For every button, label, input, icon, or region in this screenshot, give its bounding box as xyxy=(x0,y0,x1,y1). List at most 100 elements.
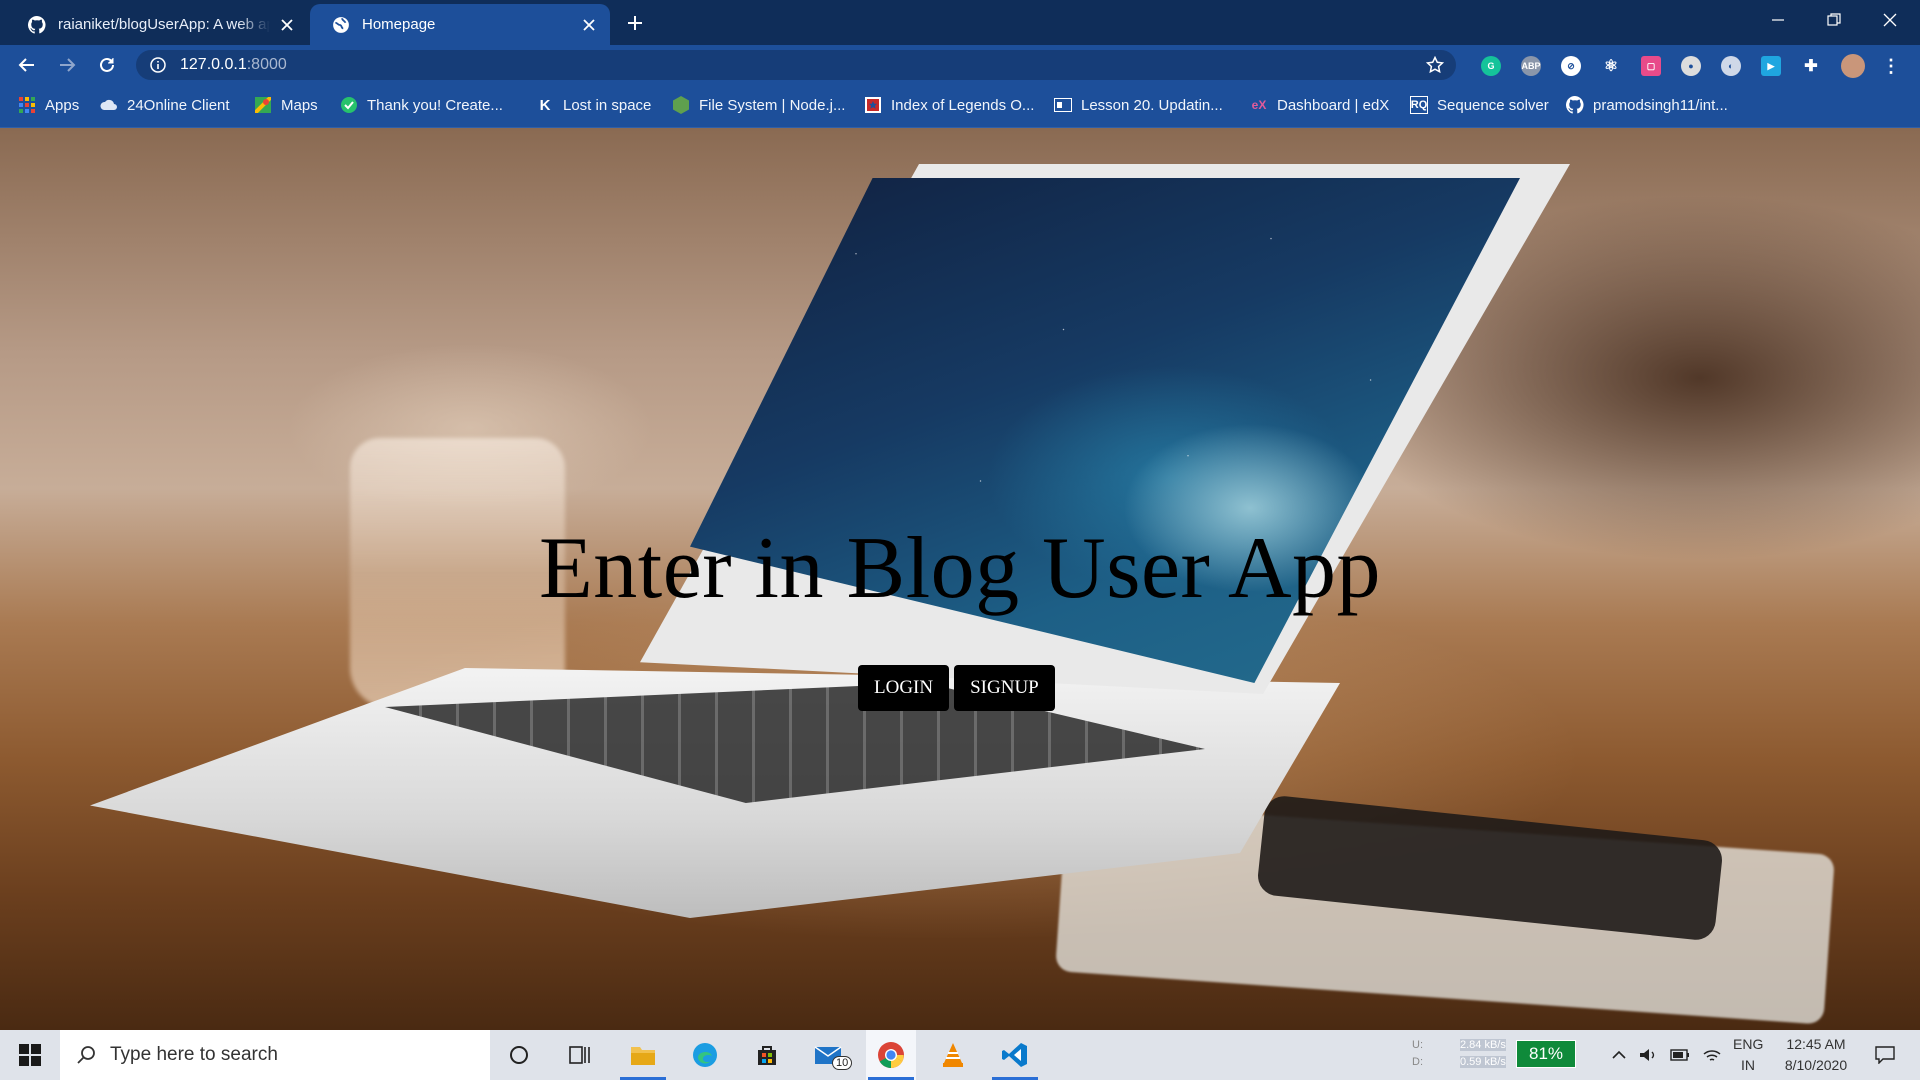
bookmark-nodejs[interactable]: File System | Node.j... xyxy=(672,93,845,117)
close-icon[interactable] xyxy=(278,16,296,34)
mail-icon[interactable]: 10 xyxy=(804,1030,854,1080)
bookmark-label: Lesson 20. Updatin... xyxy=(1081,96,1223,114)
bookmark-label: Apps xyxy=(45,96,80,114)
github-icon xyxy=(1566,96,1584,114)
taskbar-search[interactable]: Type here to search xyxy=(60,1030,490,1080)
info-icon[interactable] xyxy=(150,57,166,73)
bookmarks-bar: Apps 24Online Client Maps Thank you! Cre… xyxy=(0,85,1920,128)
bookmark-label: pramodsingh11/int... xyxy=(1593,96,1728,114)
bookmark-star-icon[interactable] xyxy=(1426,56,1444,74)
task-view-icon[interactable] xyxy=(555,1030,605,1080)
cortana-icon[interactable] xyxy=(494,1030,544,1080)
edge-icon[interactable] xyxy=(680,1030,730,1080)
bookmark-label: Lost in space xyxy=(563,96,652,114)
signup-button[interactable]: SIGNUP xyxy=(954,665,1055,711)
url-text: 127.0.0.1:8000 xyxy=(180,56,287,74)
bookmark-label: Index of Legends O... xyxy=(891,96,1035,114)
tab-title: raianiket/blogUserApp: A web ap xyxy=(58,16,270,33)
vscode-icon[interactable] xyxy=(990,1030,1040,1080)
bookmark-legends[interactable]: Index of Legends O... xyxy=(864,93,1034,117)
bookmark-lost-in-space[interactable]: K Lost in space xyxy=(536,93,652,117)
url-host: 127.0.0.1 xyxy=(180,56,247,73)
globe-icon xyxy=(333,16,349,33)
chrome-icon[interactable] xyxy=(866,1030,916,1080)
avatar[interactable] xyxy=(1841,54,1865,78)
notification-icon[interactable] xyxy=(1860,1030,1910,1080)
bookmark-maps[interactable]: Maps xyxy=(254,93,318,117)
blocker-icon[interactable]: ⊘ xyxy=(1561,56,1581,76)
page-title: Enter in Blog User App xyxy=(538,520,1381,617)
puzzle-icon[interactable]: ✚ xyxy=(1801,56,1821,76)
net-down-label: D: xyxy=(1412,1056,1423,1068)
battery-percent: 81% xyxy=(1516,1040,1576,1068)
menu-dots-icon[interactable]: ⋮ xyxy=(1881,56,1901,76)
bookmark-pramodsingh[interactable]: pramodsingh11/int... xyxy=(1566,93,1728,117)
new-tab-button[interactable] xyxy=(622,10,648,36)
bookmark-label: Sequence solver xyxy=(1437,96,1549,114)
github-icon xyxy=(28,15,46,34)
tab-homepage[interactable]: Homepage xyxy=(310,4,610,45)
bookmark-edx[interactable]: eX Dashboard | edX xyxy=(1250,93,1390,117)
bookmark-sequence-solver[interactable]: RQ Sequence solver xyxy=(1410,93,1549,117)
store-icon[interactable] xyxy=(742,1030,792,1080)
restore-button[interactable] xyxy=(1806,0,1862,40)
vlc-icon[interactable] xyxy=(928,1030,978,1080)
thankyou-icon xyxy=(340,96,358,114)
maps-icon xyxy=(254,96,272,114)
bookmark-lesson[interactable]: Lesson 20. Updatin... xyxy=(1054,93,1223,117)
bookmark-apps[interactable]: Apps xyxy=(18,93,79,117)
tab-strip: raianiket/blogUserApp: A web ap Homepage xyxy=(0,0,1920,45)
bookmark-label: Thank you! Create... xyxy=(367,96,503,114)
extension-icon[interactable]: ▢ xyxy=(1641,56,1661,76)
cast-icon[interactable]: ▶ xyxy=(1761,56,1781,76)
edx-icon: eX xyxy=(1251,98,1267,112)
bookmark-24online[interactable]: 24Online Client xyxy=(100,93,230,117)
legends-icon xyxy=(864,96,882,114)
record-icon[interactable]: ● xyxy=(1681,56,1701,76)
address-bar[interactable]: 127.0.0.1:8000 xyxy=(136,50,1456,80)
bookmark-label: Maps xyxy=(281,96,318,114)
sequence-icon: RQ xyxy=(1410,96,1428,114)
language[interactable]: ENG xyxy=(1733,1036,1763,1052)
browser-toolbar: 127.0.0.1:8000 G ABP ⊘ ⚛ ▢ ● ◐ ▶ ✚ ⋮ xyxy=(0,45,1920,85)
react-devtools-icon[interactable]: ⚛ xyxy=(1601,56,1621,76)
bookmark-label: Dashboard | edX xyxy=(1277,96,1390,114)
minimize-button[interactable] xyxy=(1750,0,1806,40)
wifi-icon[interactable] xyxy=(1692,1030,1732,1080)
clock-time[interactable]: 12:45 AM xyxy=(1782,1036,1850,1052)
auth-buttons: LOGIN SIGNUP xyxy=(858,665,1055,711)
search-placeholder: Type here to search xyxy=(110,1044,278,1065)
circle-extension-icon[interactable]: ◐ xyxy=(1721,56,1741,76)
login-button[interactable]: LOGIN xyxy=(858,665,950,711)
back-button[interactable] xyxy=(12,50,42,80)
search-icon xyxy=(77,1046,95,1064)
file-explorer-icon[interactable] xyxy=(618,1030,668,1080)
plus-icon xyxy=(628,16,642,30)
forward-button[interactable] xyxy=(52,50,82,80)
adblock-icon[interactable]: ABP xyxy=(1521,56,1541,76)
start-button[interactable] xyxy=(0,1030,60,1080)
bookmark-label: File System | Node.j... xyxy=(699,96,846,114)
homepage-content: Enter in Blog User App LOGIN SIGNUP xyxy=(0,128,1920,1030)
url-port: :8000 xyxy=(246,56,287,73)
reload-button[interactable] xyxy=(92,50,122,80)
bookmark-label: 24Online Client xyxy=(127,96,230,114)
windows-taskbar: Type here to search 10 U: D: 2.84 kB/s 0… xyxy=(0,1030,1920,1080)
mail-badge: 10 xyxy=(832,1056,853,1070)
net-up-speed: 2.84 kB/s xyxy=(1460,1039,1506,1051)
region: IN xyxy=(1741,1057,1755,1073)
close-icon[interactable] xyxy=(580,16,598,34)
windows-icon xyxy=(19,1044,41,1066)
tab-title: Homepage xyxy=(362,16,436,33)
grammarly-icon[interactable]: G xyxy=(1481,56,1501,76)
cloud-icon xyxy=(100,96,118,114)
net-up-label: U: xyxy=(1412,1039,1423,1051)
bookmark-thankyou[interactable]: Thank you! Create... xyxy=(340,93,503,117)
window-close-button[interactable] xyxy=(1862,0,1918,40)
clock-date[interactable]: 8/10/2020 xyxy=(1778,1057,1854,1073)
lesson-icon xyxy=(1054,96,1072,114)
net-down-speed: 0.59 kB/s xyxy=(1460,1056,1506,1068)
apps-grid-icon xyxy=(18,96,36,114)
tab-github[interactable]: raianiket/blogUserApp: A web ap xyxy=(6,4,308,45)
nodejs-icon xyxy=(672,96,690,114)
